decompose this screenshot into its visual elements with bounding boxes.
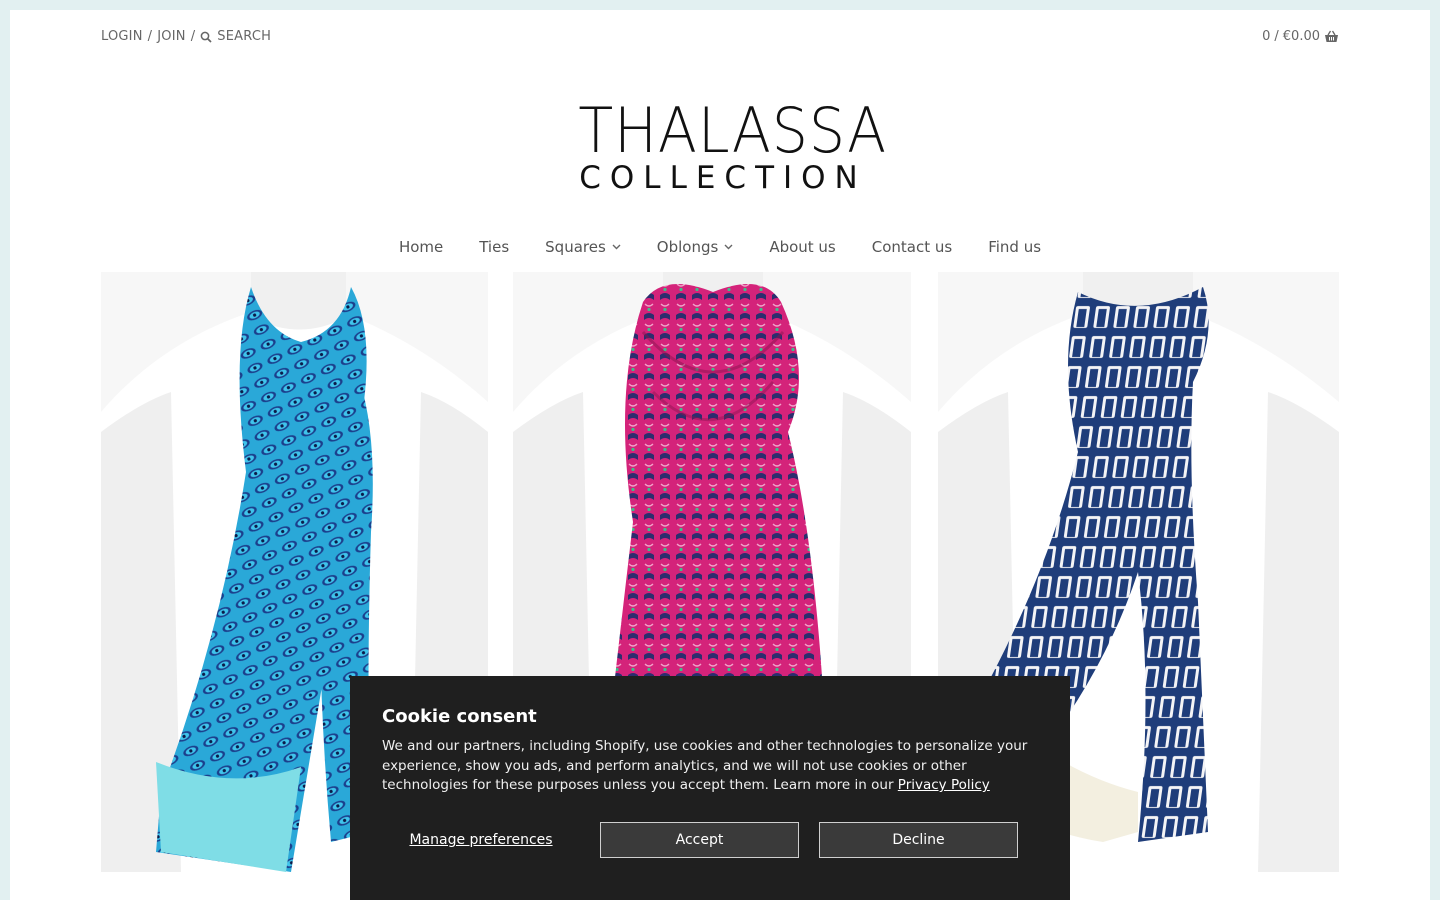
cart-count: 0: [1262, 29, 1271, 44]
search-icon: [200, 31, 212, 43]
manage-preferences-button[interactable]: Manage preferences: [382, 832, 580, 848]
account-bar: LOGIN / JOIN / SEARCH: [101, 29, 271, 44]
basket-icon: [1325, 30, 1338, 42]
nav-label: Oblongs: [656, 238, 719, 256]
cookie-body: We and our partners, including Shopify, …: [382, 737, 1042, 796]
cookie-actions: Manage preferences Accept Decline: [382, 822, 1018, 858]
cart-total: €0.00: [1282, 29, 1320, 44]
chevron-down-icon: [612, 244, 621, 250]
nav-label: Contact us: [871, 238, 953, 256]
separator: /: [190, 29, 196, 44]
nav-label: About us: [769, 238, 836, 256]
nav-item-home[interactable]: Home: [381, 238, 461, 256]
separator: /: [147, 29, 153, 44]
join-link[interactable]: JOIN: [157, 29, 185, 44]
nav-item-about[interactable]: About us: [751, 238, 853, 256]
logo-line-1: THALASSA: [578, 94, 888, 167]
search-link[interactable]: SEARCH: [200, 29, 271, 44]
nav-label: Find us: [988, 238, 1042, 256]
cookie-consent-banner: Cookie consent We and our partners, incl…: [350, 676, 1070, 900]
cookie-title: Cookie consent: [382, 706, 537, 727]
login-link[interactable]: LOGIN: [101, 29, 143, 44]
nav-item-squares[interactable]: Squares: [527, 238, 639, 256]
privacy-policy-link[interactable]: Privacy Policy: [898, 777, 990, 793]
nav-item-contact[interactable]: Contact us: [854, 238, 970, 256]
cart-link[interactable]: 0 / €0.00: [1262, 29, 1339, 44]
nav-label: Home: [398, 238, 444, 256]
logo[interactable]: THALASSA COLLECTION: [566, 94, 888, 197]
accept-button[interactable]: Accept: [600, 822, 799, 858]
search-label: SEARCH: [217, 29, 272, 44]
decline-button[interactable]: Decline: [819, 822, 1018, 858]
nav-label: Squares: [545, 238, 606, 256]
nav-item-ties[interactable]: Ties: [461, 238, 527, 256]
separator: /: [1274, 29, 1279, 44]
nav-label: Ties: [479, 238, 510, 256]
nav-item-find-us[interactable]: Find us: [970, 238, 1059, 256]
nav-item-oblongs[interactable]: Oblongs: [639, 238, 752, 256]
main-nav: Home Ties Squares Oblongs About us Conta…: [10, 238, 1430, 256]
chevron-down-icon: [724, 244, 733, 250]
